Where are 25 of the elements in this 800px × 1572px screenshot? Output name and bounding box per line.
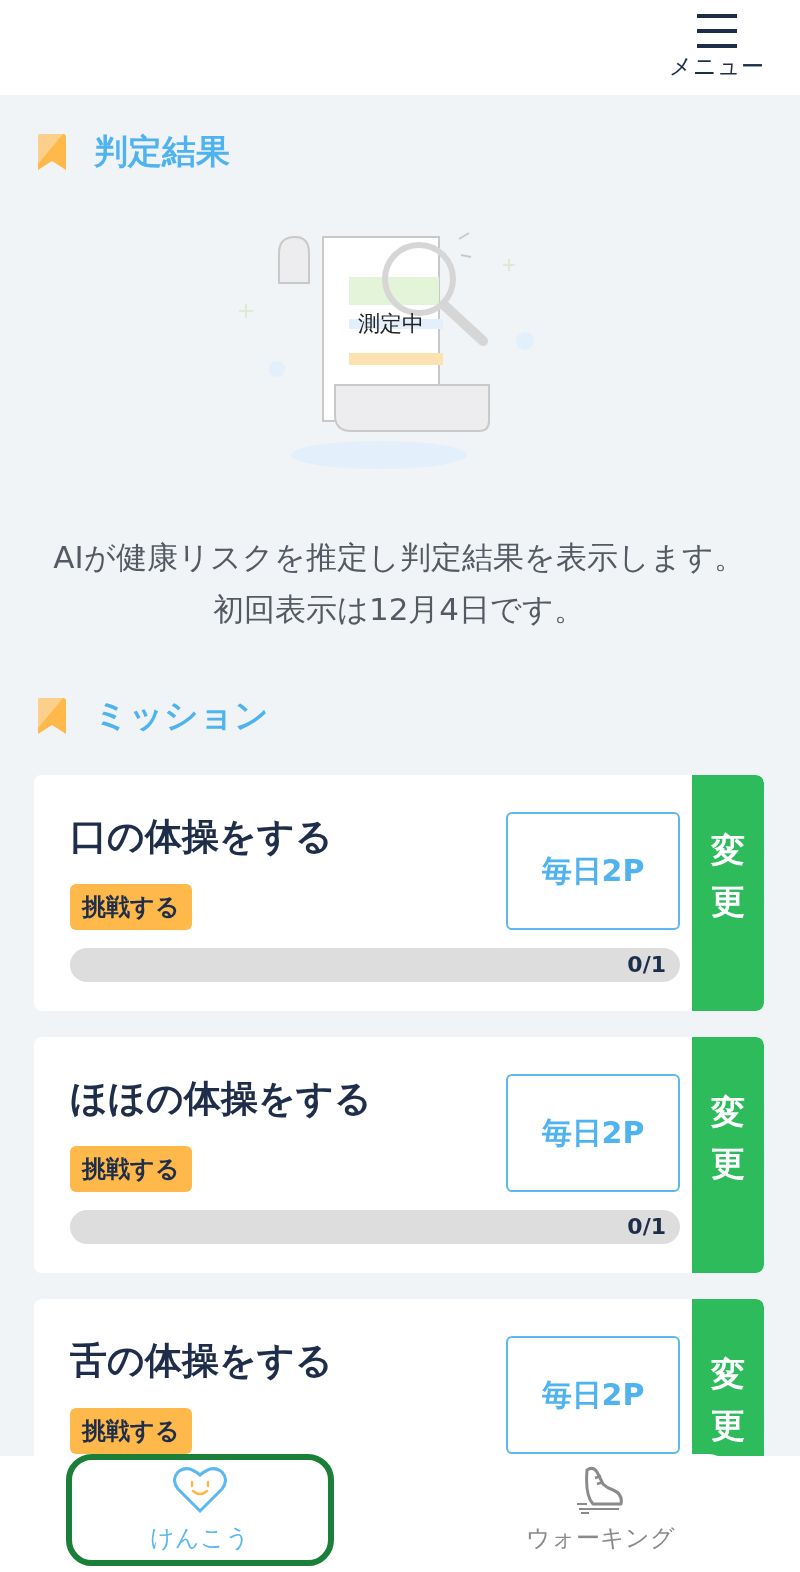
section-title: ミッション xyxy=(94,694,269,737)
menu-button[interactable]: メニュー xyxy=(669,13,764,82)
running-shoe-icon xyxy=(575,1466,625,1514)
challenge-tag: 挑戦する xyxy=(70,1146,192,1192)
bookmark-icon xyxy=(36,698,66,734)
bookmark-icon xyxy=(36,134,66,170)
section-title: 判定結果 xyxy=(94,130,230,173)
smiling-heart-icon xyxy=(173,1466,227,1514)
mission-title: 舌の体操をする xyxy=(70,1339,333,1383)
change-button[interactable]: 変更 xyxy=(692,775,764,1011)
challenge-tag: 挑戦する xyxy=(70,1408,192,1454)
points-label: 毎日2P xyxy=(506,1336,680,1454)
menu-icon xyxy=(695,13,738,49)
mission-title: ほほの体操をする xyxy=(70,1077,372,1121)
points-label: 毎日2P xyxy=(506,812,680,930)
change-button[interactable]: 変更 xyxy=(692,1037,764,1273)
progress-count: 0/1 xyxy=(627,952,666,977)
result-description: AIが健康リスクを推定し判定結果を表示します。初回表示は12月4日です。 xyxy=(52,538,746,629)
progress-count: 0/1 xyxy=(627,1214,666,1239)
challenge-tag: 挑戦する xyxy=(70,884,192,930)
measuring-label: 測定中 xyxy=(358,311,424,336)
mission-title: 口の体操をする xyxy=(70,815,333,859)
nav-tab[interactable]: けんこう xyxy=(66,1454,334,1566)
change-button[interactable]: 変更 xyxy=(692,1299,764,1456)
points-label: 毎日2P xyxy=(506,1074,680,1192)
